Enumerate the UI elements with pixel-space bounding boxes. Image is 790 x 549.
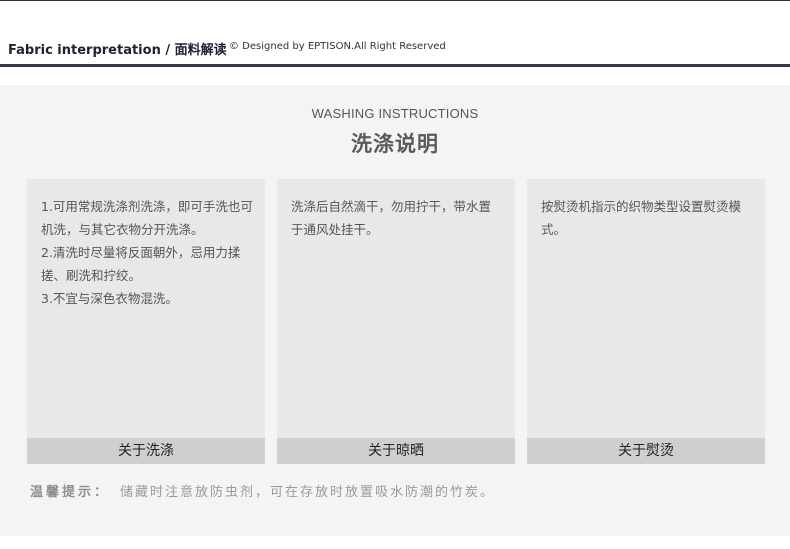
card-drying: 洗涤后自然滴干，勿用拧干，带水置于通风处挂干。 关于晾晒 [277, 179, 515, 464]
card-ironing-footer: 关于熨烫 [527, 438, 765, 464]
tip-text: 储藏时注意放防虫剂，可在存放时放置吸水防潮的竹炭。 [120, 485, 496, 500]
page-header: Fabric interpretation / 面料解读 © Designed … [0, 0, 790, 67]
card-washing-line-3: 3.不宜与深色衣物混洗。 [41, 291, 178, 306]
tip-label: 温馨提示： [30, 485, 111, 500]
card-washing-line-2: 2.清洗时尽量将反面朝外，忌用力揉搓、刷洗和拧绞。 [41, 245, 241, 283]
tip-row: 温馨提示： 储藏时注意放防虫剂，可在存放时放置吸水防潮的竹炭。 [30, 481, 495, 500]
card-washing-text: 1.可用常规洗涤剂洗涤，即可手洗也可机洗，与其它衣物分开洗涤。 2.清洗时尽量将… [41, 195, 253, 310]
header-title: Fabric interpretation / 面料解读 [8, 43, 227, 58]
card-drying-text: 洗涤后自然滴干，勿用拧干，带水置于通风处挂干。 [291, 195, 503, 241]
washing-instructions-panel: WASHING INSTRUCTIONS 洗涤说明 1.可用常规洗涤剂洗涤，即可… [0, 85, 790, 536]
card-washing: 1.可用常规洗涤剂洗涤，即可手洗也可机洗，与其它衣物分开洗涤。 2.清洗时尽量将… [27, 179, 265, 464]
card-ironing-text: 按熨烫机指示的织物类型设置熨烫模式。 [541, 195, 753, 241]
section-title-cn: 洗涤说明 [351, 132, 439, 156]
card-washing-line-1: 1.可用常规洗涤剂洗涤，即可手洗也可机洗，与其它衣物分开洗涤。 [41, 199, 253, 237]
header-credit: © Designed by EPTISON.All Right Reserved [229, 41, 446, 52]
card-drying-line-1: 洗涤后自然滴干，勿用拧干，带水置于通风处挂干。 [291, 199, 492, 237]
section-title-en: WASHING INSTRUCTIONS [311, 106, 479, 121]
card-ironing: 按熨烫机指示的织物类型设置熨烫模式。 关于熨烫 [527, 179, 765, 464]
card-drying-footer: 关于晾晒 [277, 438, 515, 464]
card-ironing-line-1: 按熨烫机指示的织物类型设置熨烫模式。 [541, 199, 742, 237]
header-divider [0, 64, 790, 67]
card-washing-footer: 关于洗涤 [27, 438, 265, 464]
